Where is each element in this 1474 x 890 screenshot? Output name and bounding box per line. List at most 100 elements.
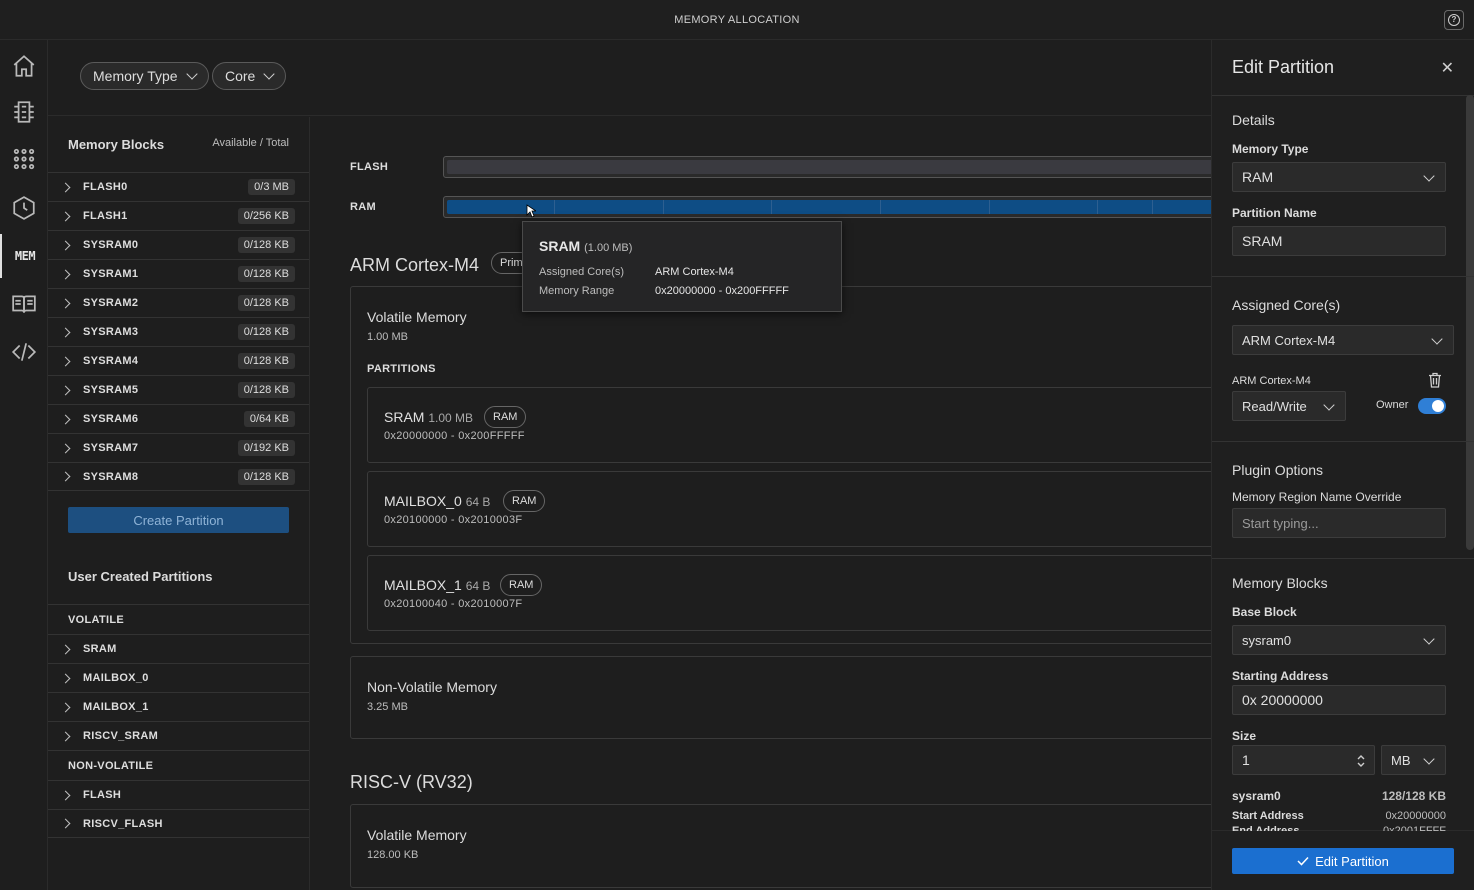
block-row[interactable]: SYSRAM2 0/128 KB <box>48 288 309 317</box>
partition-row[interactable]: FLASH <box>48 780 309 809</box>
partition-row[interactable]: RISCV_FLASH <box>48 809 309 838</box>
partition-title: SRAM 1.00 MB <box>384 409 473 425</box>
memory-type-select[interactable]: RAM <box>1232 162 1446 192</box>
divider <box>1212 441 1474 442</box>
partition-row[interactable]: RISCV_SRAM <box>48 721 309 750</box>
region-override-input[interactable]: Start typing... <box>1232 508 1446 538</box>
size-unit-select[interactable]: MB <box>1381 745 1446 775</box>
block-row[interactable]: SYSRAM0 0/128 KB <box>48 230 309 259</box>
clock-config-button[interactable] <box>0 186 48 230</box>
block-row[interactable]: SYSRAM5 0/128 KB <box>48 375 309 404</box>
starting-address-label: Starting Address <box>1232 669 1329 683</box>
block-usage: 0/128 KB <box>237 266 295 282</box>
block-row[interactable]: SYSRAM1 0/128 KB <box>48 259 309 288</box>
tooltip-name: SRAM <box>539 238 581 254</box>
block-row[interactable]: FLASH0 0/3 MB <box>48 172 309 201</box>
base-block-label: Base Block <box>1232 605 1297 619</box>
pins-grid-icon <box>13 148 35 170</box>
block-row[interactable]: FLASH1 0/256 KB <box>48 201 309 230</box>
block-name: SYSRAM7 <box>83 442 139 454</box>
ram-map-divider <box>1152 200 1153 214</box>
card-size: 1.00 MB <box>367 331 408 343</box>
memory-button[interactable]: MEM <box>0 234 48 278</box>
flash-map-bar[interactable] <box>443 156 1211 178</box>
owner-toggle[interactable] <box>1418 398 1446 414</box>
partition-name: MAILBOX_0 <box>83 672 149 684</box>
summary-start-value: 0x20000000 <box>1385 810 1446 822</box>
chevron-down-icon <box>1423 633 1435 645</box>
activity-bar: MEM <box>0 40 48 890</box>
partition-row[interactable]: MAILBOX_0 <box>48 663 309 692</box>
partition-name: SRAM <box>384 409 425 425</box>
base-block-select[interactable]: sysram0 <box>1232 625 1446 655</box>
plugin-options-heading: Plugin Options <box>1232 462 1324 478</box>
panel-scrollbar[interactable] <box>1466 95 1474 550</box>
docs-button[interactable] <box>0 282 48 326</box>
partition-row[interactable]: SRAM <box>48 634 309 663</box>
partition-card[interactable]: MAILBOX_1 64 B RAM 0x20100040 - 0x201000… <box>367 555 1211 631</box>
flash-map-fill <box>447 160 1211 174</box>
block-usage: 0/256 KB <box>237 208 295 224</box>
filter-bar: Memory Type Core <box>48 40 1211 116</box>
memory-type-filter[interactable]: Memory Type <box>80 62 209 90</box>
partition-card[interactable]: SRAM 1.00 MB RAM 0x20000000 - 0x200FFFFF <box>367 387 1211 463</box>
block-row[interactable]: SYSRAM6 0/64 KB <box>48 404 309 433</box>
create-partition-button[interactable]: Create Partition <box>68 507 289 533</box>
block-row[interactable]: SYSRAM4 0/128 KB <box>48 346 309 375</box>
core-title: ARM Cortex-M4 <box>350 255 480 275</box>
partitions-heading: PARTITIONS <box>367 363 436 375</box>
block-name: SYSRAM2 <box>83 297 139 309</box>
user-partitions-heading: User Created Partitions <box>68 569 213 584</box>
home-button[interactable] <box>0 44 48 88</box>
block-usage: 0/128 KB <box>237 295 295 311</box>
block-usage: 0/192 KB <box>237 440 295 456</box>
block-row[interactable]: SYSRAM7 0/192 KB <box>48 433 309 462</box>
access-select[interactable]: Read/Write <box>1232 391 1346 421</box>
block-name: SYSRAM8 <box>83 470 139 483</box>
book-icon <box>12 295 36 313</box>
chevron-right-icon <box>60 327 71 337</box>
partition-range: 0x20100000 - 0x2010003F <box>384 514 523 526</box>
pin-config-button[interactable] <box>0 137 48 181</box>
ram-map-bar[interactable] <box>443 196 1211 218</box>
chevron-right-icon <box>60 385 71 395</box>
peripherals-button[interactable] <box>0 90 48 134</box>
core-select[interactable]: ARM Cortex-M4 <box>1232 325 1454 355</box>
block-name: SYSRAM1 <box>83 268 139 280</box>
partition-name-input[interactable]: SRAM <box>1232 226 1446 256</box>
divider <box>1212 95 1474 96</box>
help-button[interactable]: ? <box>1444 10 1464 30</box>
block-row[interactable]: SYSRAM3 0/128 KB <box>48 317 309 346</box>
block-name: SYSRAM3 <box>83 326 139 338</box>
stepper-icon[interactable] <box>1356 753 1366 769</box>
block-name: FLASH1 <box>83 210 128 222</box>
starting-address-input[interactable]: 0x 20000000 <box>1232 685 1446 715</box>
ram-map-divider <box>989 200 990 214</box>
card-title: Volatile Memory <box>367 827 467 843</box>
divider <box>1212 558 1474 559</box>
edit-partition-button[interactable]: Edit Partition <box>1232 848 1454 874</box>
partition-row[interactable]: MAILBOX_1 <box>48 692 309 721</box>
partition-card[interactable]: MAILBOX_0 64 B RAM 0x20100000 - 0x201000… <box>367 471 1211 547</box>
memory-type-label: Memory Type <box>1232 142 1309 156</box>
memory-blocks-list: FLASH0 0/3 MB FLASH1 0/256 KB SYSRAM0 0/128… <box>48 172 309 491</box>
volatile-section-label: VOLATILE <box>48 604 309 634</box>
chevron-right-icon <box>60 269 71 279</box>
block-row[interactable]: SYSRAM8 0/128 KB <box>48 462 309 491</box>
chevron-right-icon <box>60 702 71 712</box>
base-block-value: sysram0 <box>1242 632 1292 648</box>
block-usage: 0/128 KB <box>237 237 295 253</box>
close-icon[interactable]: ✕ <box>1441 58 1454 78</box>
code-button[interactable] <box>0 330 48 374</box>
chevron-right-icon <box>60 414 71 424</box>
title-bar: MEMORY ALLOCATION ? <box>0 0 1474 40</box>
partition-name: MAILBOX_1 <box>83 701 149 713</box>
edit-partition-panel: Edit Partition ✕ Details Memory Type RAM… <box>1211 40 1474 890</box>
trash-icon[interactable] <box>1428 372 1442 388</box>
help-icon: ? <box>1448 14 1460 26</box>
size-input[interactable]: 1 <box>1232 745 1375 775</box>
core-filter[interactable]: Core <box>212 62 287 90</box>
chevron-right-icon <box>60 356 71 366</box>
block-usage: 0/128 KB <box>237 469 295 485</box>
block-name: SYSRAM6 <box>83 413 139 425</box>
